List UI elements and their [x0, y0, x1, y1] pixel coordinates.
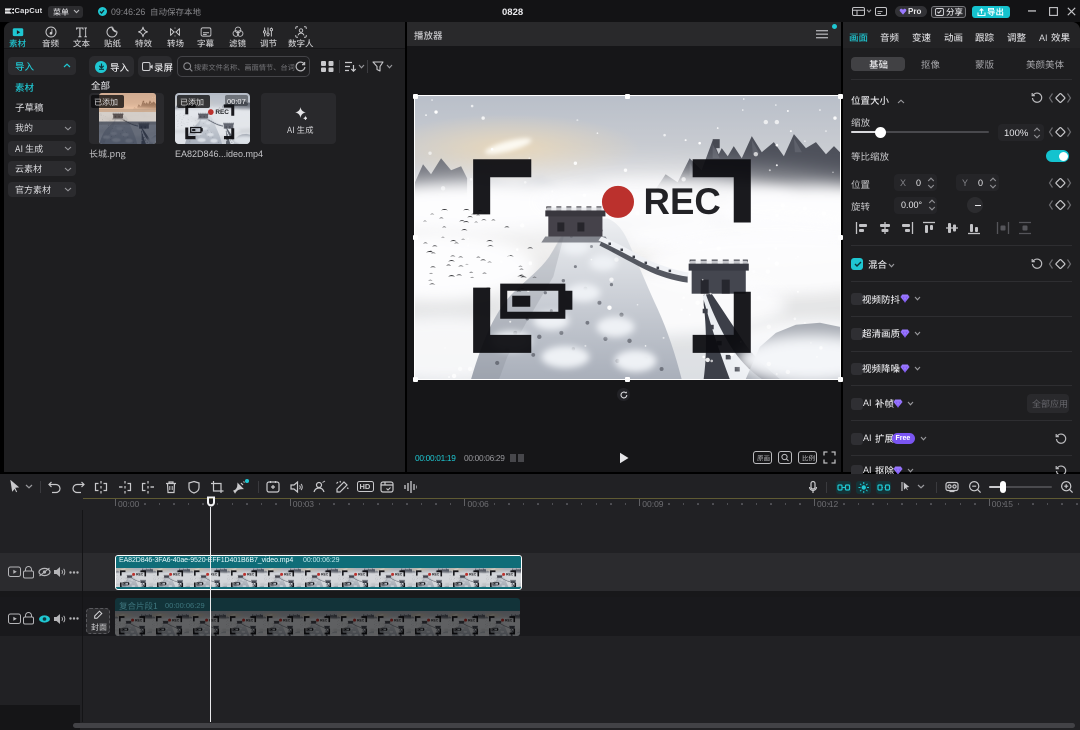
- svg-text:HD: HD: [360, 482, 371, 491]
